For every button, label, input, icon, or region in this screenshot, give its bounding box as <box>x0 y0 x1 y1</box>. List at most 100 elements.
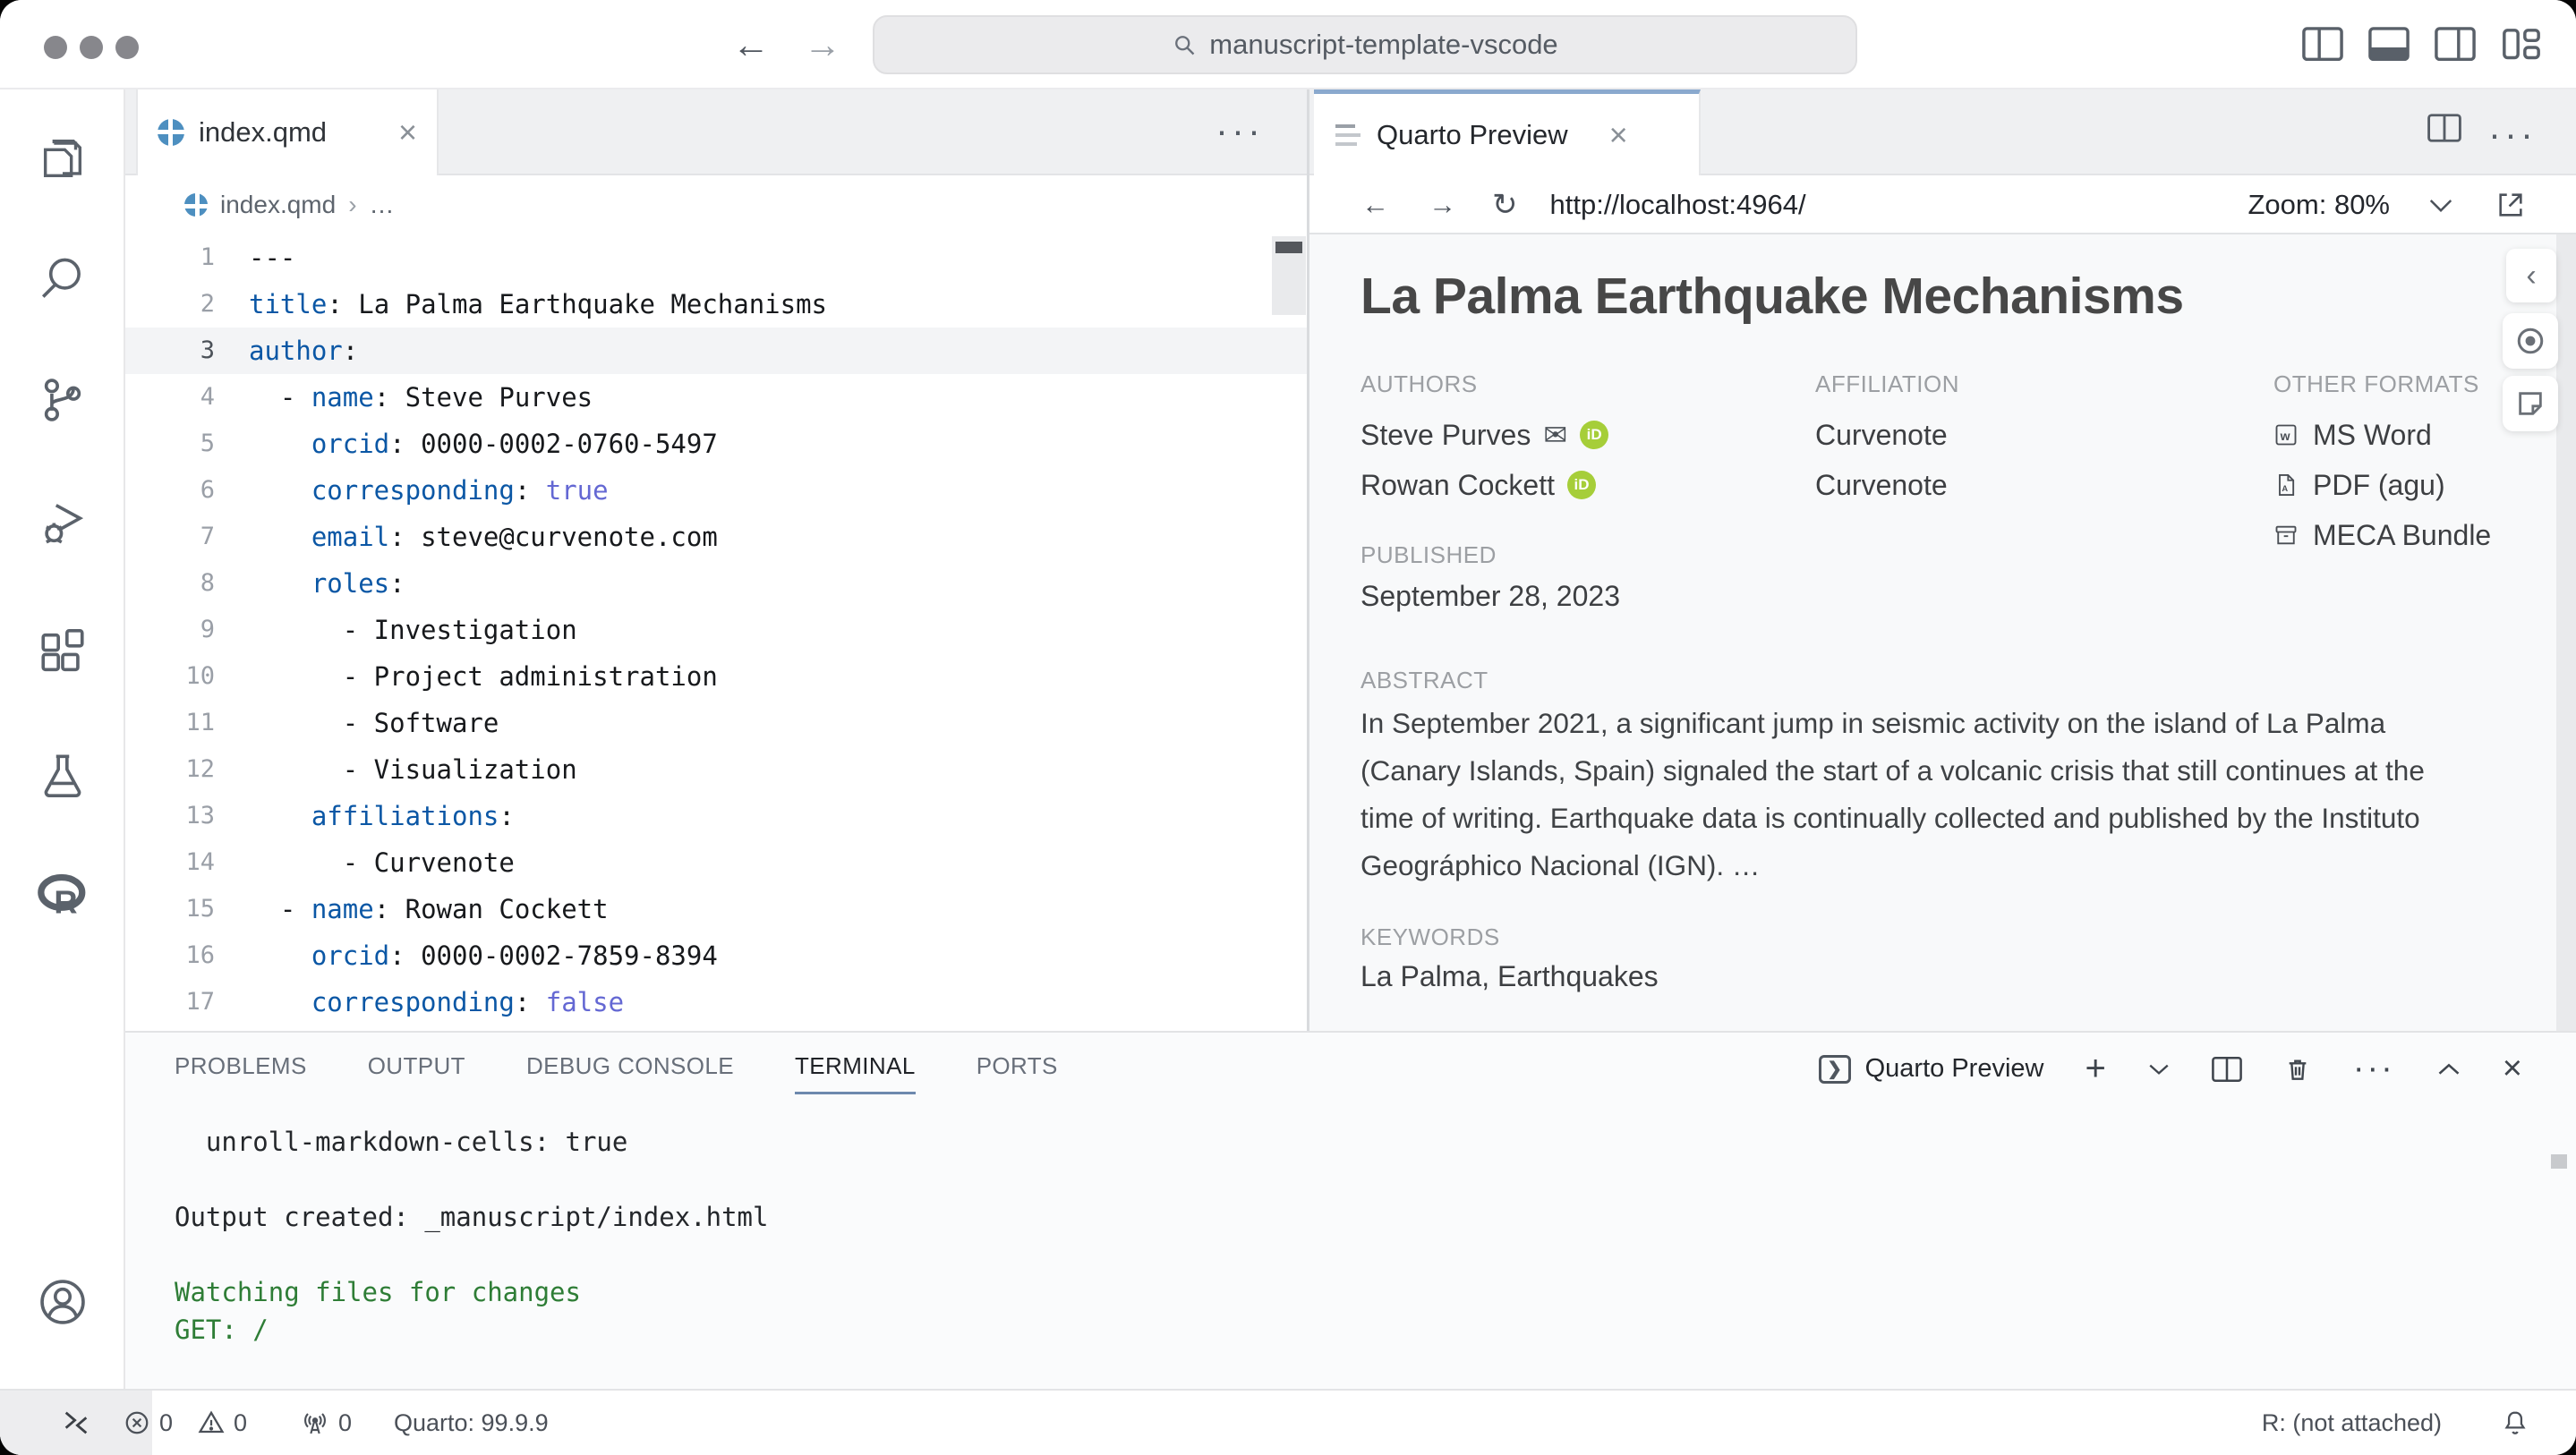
format-row[interactable]: APDF (agu) <box>2273 460 2491 510</box>
command-center-search[interactable]: manuscript-template-vscode <box>873 15 1857 74</box>
chevron-down-icon[interactable] <box>2427 196 2454 214</box>
panel-tab-output[interactable]: OUTPUT <box>368 1052 465 1094</box>
account-icon[interactable] <box>37 1276 89 1328</box>
tab-index-qmd[interactable]: index.qmd × <box>136 89 439 175</box>
close-icon[interactable]: × <box>1609 116 1628 154</box>
traffic-zoom-button[interactable] <box>115 36 139 59</box>
toggle-panel-icon[interactable] <box>2368 27 2410 63</box>
preview-back-icon[interactable]: ← <box>1361 189 1389 221</box>
search-icon[interactable] <box>37 252 89 304</box>
affiliation-row: Curvenote <box>1815 460 1948 510</box>
code-line[interactable]: 13 affiliations: <box>125 793 1309 839</box>
toggle-secondary-sidebar-icon[interactable] <box>2435 27 2476 63</box>
article-title: La Palma Earthquake Mechanisms <box>1361 267 2184 326</box>
traffic-minimize-button[interactable] <box>80 36 103 59</box>
code-line[interactable]: 1--- <box>125 234 1309 281</box>
line-number: 1 <box>125 234 215 281</box>
code-line[interactable]: 6 corresponding: true <box>125 467 1309 514</box>
history-back-button[interactable]: ← <box>732 23 770 66</box>
code-line[interactable]: 5 orcid: 0000-0002-0760-5497 <box>125 421 1309 467</box>
panel-tab-problems[interactable]: PROBLEMS <box>175 1052 307 1094</box>
formats-list: wMS WordAPDF (agu)MECA Bundle <box>2273 410 2491 560</box>
ports-status[interactable]: 0 <box>301 1391 352 1455</box>
breadcrumb-file[interactable]: index.qmd <box>220 191 336 219</box>
r-session-status[interactable]: R: (not attached) <box>2262 1391 2442 1455</box>
close-panel-icon[interactable]: × <box>2503 1050 2522 1088</box>
breadcrumb[interactable]: index.qmd › … <box>125 175 1309 234</box>
split-terminal-icon[interactable] <box>2212 1056 2242 1083</box>
terminal-scrollbar-thumb[interactable] <box>2551 1154 2567 1169</box>
format-row[interactable]: wMS Word <box>2273 410 2491 460</box>
status-bar: 0 0 0 Quarto: 99.9.9 R: (not attached) <box>0 1389 2576 1455</box>
orcid-icon[interactable]: iD <box>1567 471 1596 499</box>
code-line[interactable]: 7 email: steve@curvenote.com <box>125 514 1309 560</box>
code-line[interactable]: 9 - Investigation <box>125 607 1309 653</box>
terminal-dropdown-chevron-icon[interactable] <box>2147 1061 2171 1077</box>
keywords-label: KEYWORDS <box>1361 923 1500 951</box>
published-date: September 28, 2023 <box>1361 580 1620 613</box>
run-debug-icon[interactable] <box>37 497 89 549</box>
code-line[interactable]: 3author: <box>125 328 1309 374</box>
customize-layout-icon[interactable] <box>2501 27 2542 63</box>
panel-tab-terminal[interactable]: TERMINAL <box>795 1052 916 1094</box>
terminal-line <box>175 1161 768 1198</box>
tab-quarto-preview[interactable]: Quarto Preview × <box>1314 89 1701 175</box>
extensions-icon[interactable] <box>37 626 89 678</box>
code-line[interactable]: 14 - Curvenote <box>125 839 1309 886</box>
preview-url[interactable]: http://localhost:4964/ <box>1550 189 1806 221</box>
terminal-output[interactable]: unroll-markdown-cells: true Output creat… <box>175 1123 768 1349</box>
problems-status[interactable]: 0 0 <box>124 1391 247 1455</box>
traffic-close-button[interactable] <box>44 36 67 59</box>
orcid-icon[interactable]: iD <box>1580 421 1608 449</box>
panel-more-actions-icon[interactable]: ··· <box>2353 1050 2395 1088</box>
preview-scrollbar[interactable] <box>2556 234 2576 1031</box>
preview-forward-icon[interactable]: → <box>1429 189 1456 221</box>
bell-icon <box>2501 1408 2529 1437</box>
svg-text:w: w <box>2280 429 2290 443</box>
explorer-icon[interactable] <box>37 132 89 184</box>
pdf-icon: A <box>2273 472 2300 498</box>
code-line[interactable]: 11 - Software <box>125 700 1309 746</box>
published-label: PUBLISHED <box>1361 541 1497 569</box>
split-editor-icon[interactable] <box>2427 113 2461 143</box>
zoom-level-label[interactable]: Zoom: 80% <box>2248 189 2390 221</box>
code-line[interactable]: 17 corresponding: false <box>125 979 1309 1025</box>
line-number: 2 <box>125 281 215 328</box>
email-icon[interactable]: ✉ <box>1543 418 1567 452</box>
testing-icon[interactable] <box>37 750 89 802</box>
note-tool-icon[interactable] <box>2503 376 2558 431</box>
editor-more-actions-icon[interactable]: ··· <box>1215 109 1264 152</box>
reload-icon[interactable]: ↻ <box>1492 187 1518 223</box>
open-external-icon[interactable] <box>2495 190 2526 220</box>
collapse-chevron-left-icon[interactable]: ‹ <box>2506 249 2556 302</box>
code-line[interactable]: 4 - name: Steve Purves <box>125 374 1309 421</box>
code-line[interactable]: 16 orcid: 0000-0002-7859-8394 <box>125 932 1309 979</box>
panel-tab-debug-console[interactable]: DEBUG CONSOLE <box>526 1052 734 1094</box>
toggle-primary-sidebar-icon[interactable] <box>2302 27 2343 63</box>
maximize-panel-chevron-icon[interactable] <box>2436 1060 2461 1078</box>
r-language-icon[interactable]: R <box>37 870 89 922</box>
line-number: 9 <box>125 607 215 653</box>
history-forward-button[interactable]: → <box>804 23 841 66</box>
editor-scrollbar[interactable] <box>1272 236 1306 315</box>
code-line[interactable]: 2title: La Palma Earthquake Mechanisms <box>125 281 1309 328</box>
format-row[interactable]: MECA Bundle <box>2273 510 2491 560</box>
kill-terminal-trash-icon[interactable] <box>2283 1055 2312 1084</box>
panel-tab-ports[interactable]: PORTS <box>977 1052 1058 1094</box>
code-line[interactable]: 15 - name: Rowan Cockett <box>125 886 1309 932</box>
code-line[interactable]: 10 - Project administration <box>125 653 1309 700</box>
code-editor[interactable]: 1---2title: La Palma Earthquake Mechanis… <box>125 234 1309 1031</box>
preview-more-actions-icon[interactable]: ··· <box>2488 113 2537 156</box>
code-line[interactable]: 8 roles: <box>125 560 1309 607</box>
notifications-bell[interactable] <box>2501 1391 2529 1455</box>
quarto-version-status[interactable]: Quarto: 99.9.9 <box>394 1391 549 1455</box>
new-terminal-icon[interactable]: + <box>2085 1049 2105 1089</box>
line-content: - Project administration <box>215 653 718 700</box>
breadcrumb-more[interactable]: … <box>370 191 395 219</box>
close-icon[interactable]: × <box>398 114 417 151</box>
terminal-session-item[interactable]: ❯ Quarto Preview <box>1819 1054 2044 1084</box>
code-line[interactable]: 12 - Visualization <box>125 746 1309 793</box>
editor-scrollbar-thumb[interactable] <box>1275 242 1302 253</box>
eye-tool-icon[interactable] <box>2503 313 2558 369</box>
source-control-icon[interactable] <box>37 374 89 426</box>
